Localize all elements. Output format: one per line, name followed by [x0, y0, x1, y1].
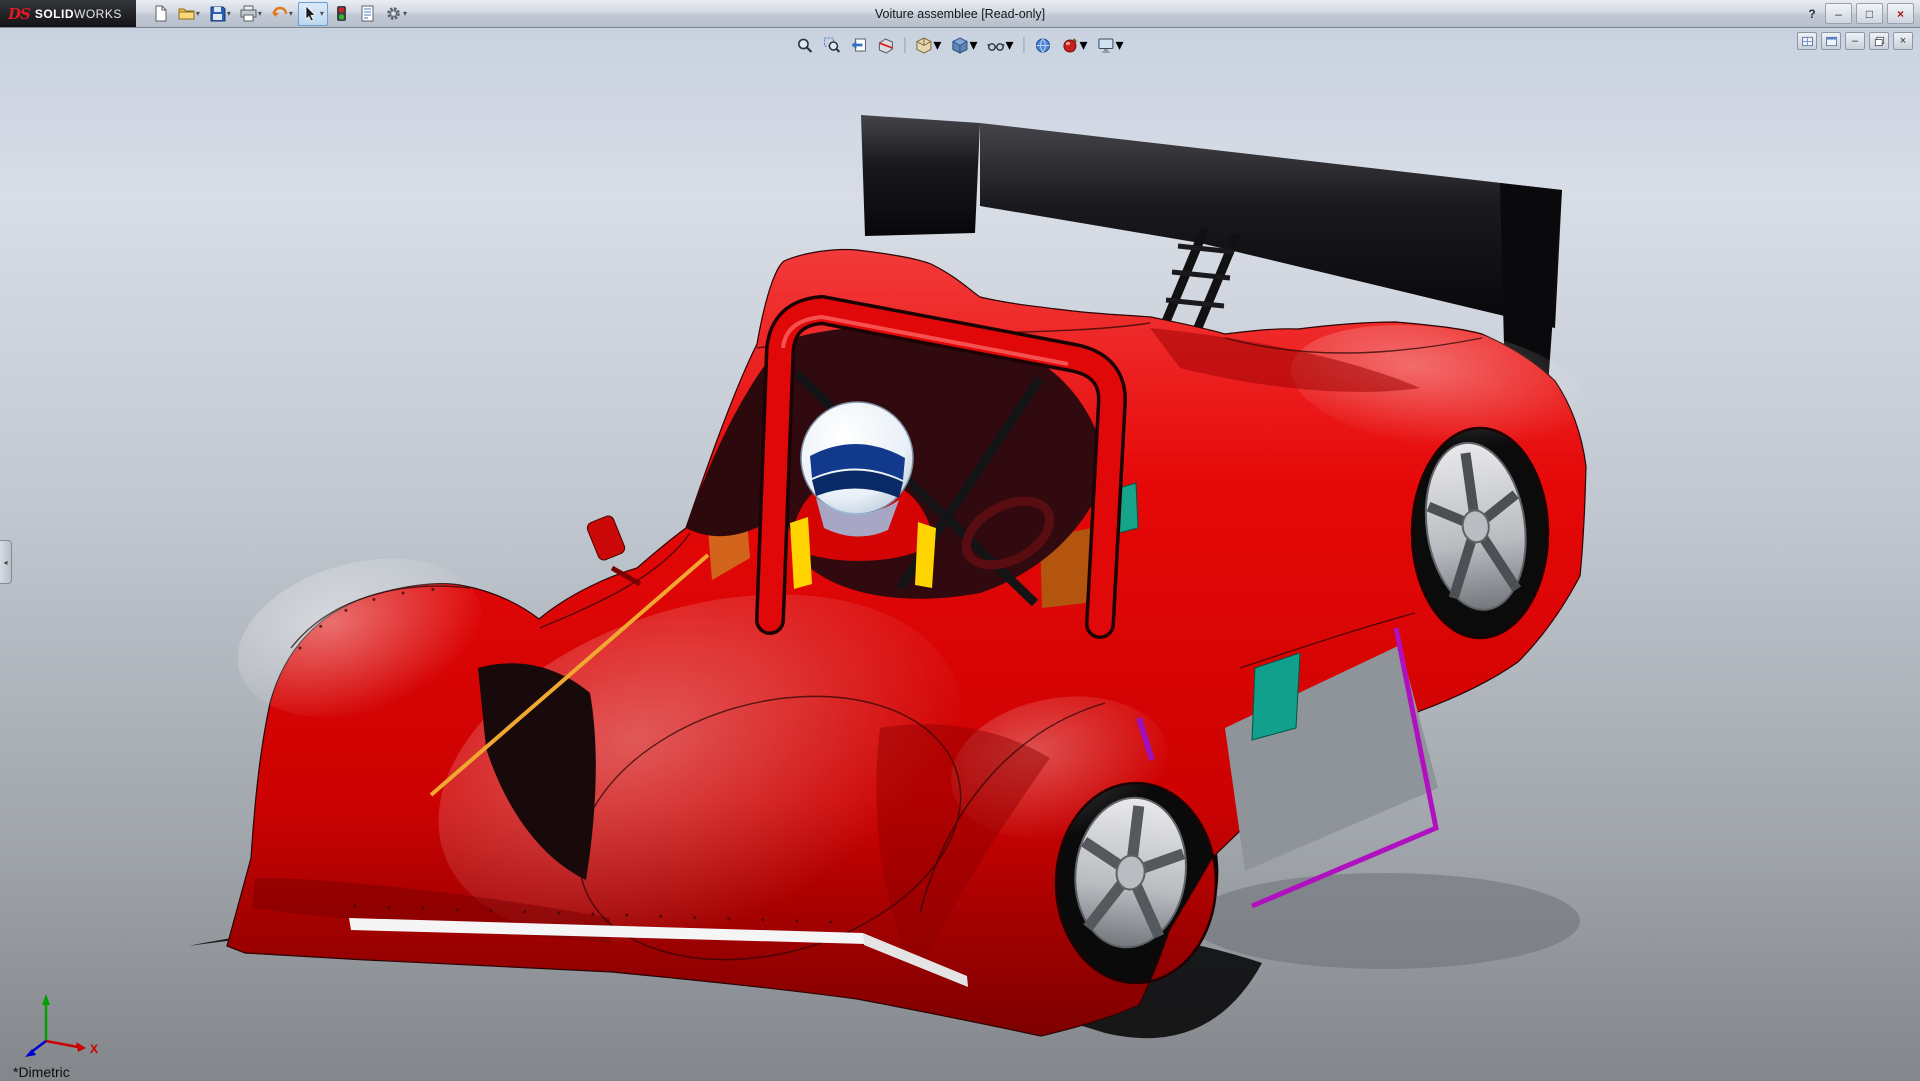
new-document-button[interactable]	[148, 2, 173, 26]
reference-triad: X	[16, 989, 116, 1059]
display-style-button[interactable]: ▾	[948, 33, 980, 57]
chevron-down-icon: ▾	[258, 10, 262, 18]
chevron-down-icon: ▾	[227, 10, 231, 18]
view-orientation-label: *Dimetric	[13, 1064, 70, 1080]
chevron-down-icon: ▾	[1116, 35, 1124, 55]
zoom-to-fit-button[interactable]	[793, 33, 816, 57]
doc-minimize-button[interactable]: –	[1845, 32, 1865, 50]
window-controls: ? – □ ×	[1803, 3, 1920, 24]
rebuild-stoplight-icon	[333, 5, 350, 22]
minimize-button[interactable]: –	[1825, 3, 1852, 24]
undo-arrow-icon	[271, 5, 288, 22]
rebuild-button[interactable]	[329, 2, 354, 26]
zoom-to-area-button[interactable]	[820, 33, 843, 57]
restore-icon	[1873, 35, 1886, 48]
appearance-sphere-icon	[1062, 37, 1079, 54]
shaded-cube-icon	[951, 37, 968, 54]
view-orientation-button[interactable]: ▾	[912, 33, 944, 57]
view-settings-button[interactable]: ▾	[1095, 33, 1127, 57]
save-floppy-icon	[209, 5, 226, 22]
chevron-down-icon: ▾	[969, 35, 977, 55]
chevron-down-icon: ▾	[289, 10, 293, 18]
glasses-icon	[987, 37, 1004, 54]
viewport-grid-icon	[1801, 35, 1814, 48]
file-properties-button[interactable]	[355, 2, 380, 26]
solidworks-logo: DS SOLIDWORKS	[0, 0, 136, 27]
window-icon	[1825, 35, 1838, 48]
x-axis-label: X	[90, 1042, 98, 1056]
printer-icon	[240, 5, 257, 22]
magnifier-area-icon	[823, 37, 840, 54]
options-gear-icon	[385, 5, 402, 22]
doc-restore-button[interactable]	[1869, 32, 1889, 50]
apply-scene-button[interactable]	[1032, 33, 1055, 57]
chevron-down-icon: ▾	[320, 10, 324, 18]
toolbar-separator	[904, 37, 905, 53]
select-button[interactable]: ▾	[298, 2, 328, 26]
standard-toolbar: ▾ ▾ ▾ ▾ ▾ ▾	[148, 2, 411, 26]
select-cursor-icon	[302, 5, 319, 22]
chevron-down-icon: ▾	[1080, 35, 1088, 55]
title-bar: DS SOLIDWORKS ▾ ▾ ▾ ▾ ▾	[0, 0, 1920, 28]
previous-view-icon	[850, 37, 867, 54]
globe-icon	[1035, 37, 1052, 54]
section-view-button[interactable]	[874, 33, 897, 57]
solidworks-logo-mark: DS	[8, 5, 30, 23]
save-button[interactable]: ▾	[205, 2, 235, 26]
heads-up-view-toolbar: ▾ ▾ ▾ ▾ ▾	[793, 33, 1126, 57]
open-folder-icon	[178, 5, 195, 22]
open-button[interactable]: ▾	[174, 2, 204, 26]
edit-appearance-button[interactable]: ▾	[1059, 33, 1091, 57]
new-window-button[interactable]	[1821, 32, 1841, 50]
viewport-layout-button[interactable]	[1797, 32, 1817, 50]
featuremanager-collapse-tab[interactable]: ◂	[0, 540, 12, 584]
side-mirror	[586, 514, 627, 562]
magnifier-icon	[796, 37, 813, 54]
previous-view-button[interactable]	[847, 33, 870, 57]
graphics-area[interactable]: ▾ ▾ ▾ ▾ ▾ – × ◂ X *Dimetric	[0, 28, 1920, 1081]
section-cube-icon	[877, 37, 894, 54]
undo-button[interactable]: ▾	[267, 2, 297, 26]
x-axis-arrow	[76, 1042, 86, 1052]
file-properties-icon	[359, 5, 376, 22]
close-button[interactable]: ×	[1887, 3, 1914, 24]
monitor-icon	[1098, 37, 1115, 54]
chevron-down-icon: ▾	[196, 10, 200, 18]
chevron-down-icon: ▾	[933, 35, 941, 55]
chevron-down-icon: ▾	[1005, 35, 1013, 55]
model-scene[interactable]	[0, 28, 1920, 1081]
hide-show-items-button[interactable]: ▾	[984, 33, 1016, 57]
doc-close-button[interactable]: ×	[1893, 32, 1913, 50]
print-button[interactable]: ▾	[236, 2, 266, 26]
y-axis-arrow	[42, 994, 50, 1005]
maximize-button[interactable]: □	[1856, 3, 1883, 24]
help-button[interactable]: ?	[1803, 4, 1821, 23]
view-cube-icon	[915, 37, 932, 54]
chevron-down-icon: ▾	[403, 10, 407, 18]
window-title: Voiture assemblee [Read-only]	[875, 7, 1045, 21]
document-window-controls: – ×	[1797, 32, 1913, 50]
toolbar-separator	[1024, 37, 1025, 53]
options-button[interactable]: ▾	[381, 2, 411, 26]
new-document-icon	[152, 5, 169, 22]
